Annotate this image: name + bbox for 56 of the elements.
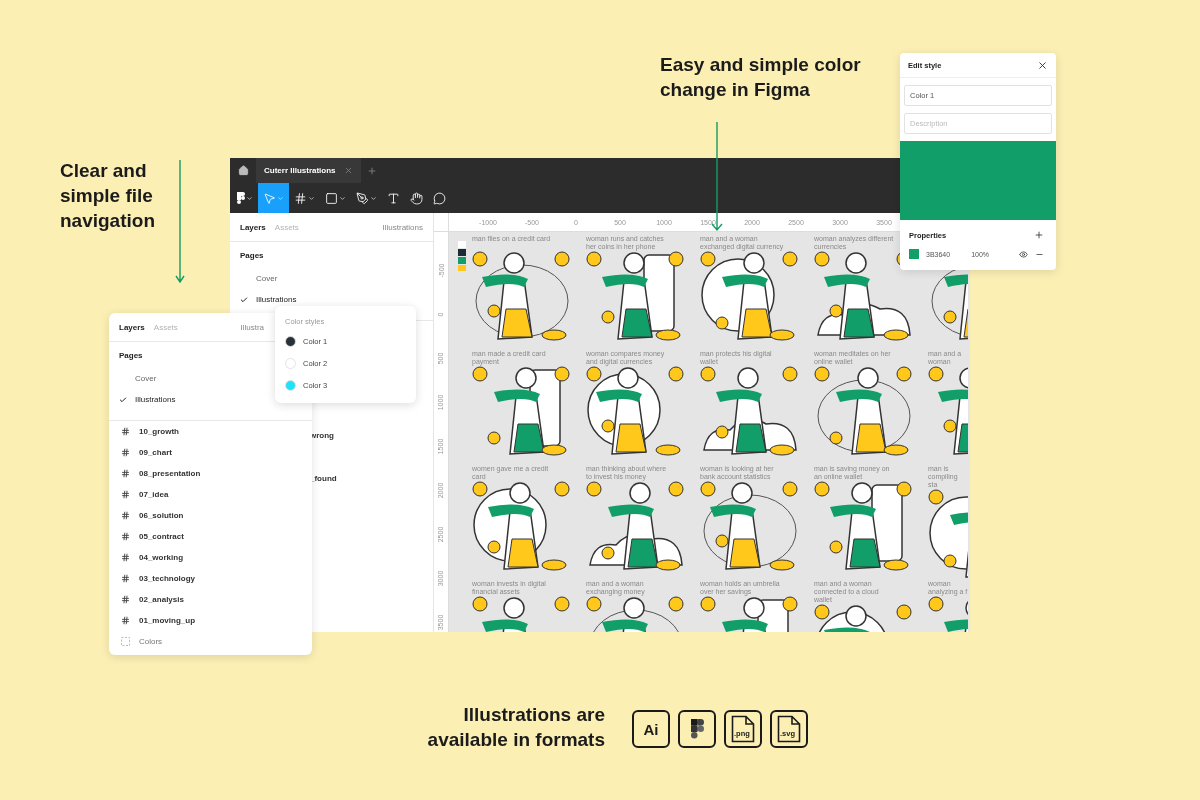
page-menu[interactable]: Illustra bbox=[240, 322, 264, 332]
comment-icon bbox=[433, 191, 446, 205]
hand-icon bbox=[410, 191, 423, 205]
page-item[interactable]: Cover bbox=[230, 268, 433, 289]
frame-icon bbox=[121, 553, 130, 562]
palette-drawing bbox=[458, 241, 466, 271]
check-icon bbox=[240, 295, 248, 304]
text-icon bbox=[387, 191, 400, 205]
layer-item[interactable]: 09_chart bbox=[109, 442, 312, 463]
page-menu[interactable]: Illustrations bbox=[382, 222, 423, 232]
group-icon bbox=[121, 637, 130, 646]
frame-icon bbox=[121, 427, 130, 436]
layer-item[interactable]: 04_working bbox=[109, 547, 312, 568]
file-icon bbox=[777, 715, 801, 743]
figma-logo-icon bbox=[237, 192, 245, 204]
pages-title: Pages bbox=[240, 250, 264, 260]
frame-icon bbox=[121, 448, 130, 457]
format-label: Ai bbox=[643, 720, 659, 738]
pen-icon bbox=[356, 191, 369, 205]
layer-item[interactable]: 05_contract bbox=[109, 526, 312, 547]
layer-item[interactable]: 08_presentation bbox=[109, 463, 312, 484]
frame-icon bbox=[121, 532, 130, 541]
layer-item[interactable]: 01_moving_up bbox=[109, 610, 312, 631]
close-icon[interactable] bbox=[1037, 59, 1048, 71]
layer-item[interactable]: 02_analysis bbox=[109, 589, 312, 610]
layer-item[interactable]: 03_technology bbox=[109, 568, 312, 589]
figma-logo-icon bbox=[690, 719, 704, 739]
layer-item[interactable]: 07_idea bbox=[109, 484, 312, 505]
frame-icon bbox=[121, 469, 130, 478]
hash-icon bbox=[294, 191, 307, 205]
layer-name[interactable]: _found bbox=[310, 468, 433, 489]
eye-icon[interactable] bbox=[1019, 249, 1028, 259]
pages-title: Pages bbox=[119, 350, 143, 360]
layer-item[interactable]: Colors bbox=[109, 631, 312, 652]
fill-swatch[interactable] bbox=[909, 249, 919, 259]
square-icon bbox=[325, 191, 338, 205]
home-icon[interactable] bbox=[237, 165, 249, 176]
pointer-icon bbox=[263, 191, 276, 205]
navigation-headline: Clear and simple file navigation bbox=[60, 159, 155, 233]
panel-tab[interactable]: Layers bbox=[119, 322, 145, 332]
add-icon[interactable] bbox=[1034, 230, 1044, 240]
page-item[interactable]: Illustrations bbox=[230, 289, 433, 310]
add-tab-icon[interactable] bbox=[366, 165, 377, 176]
layer-item[interactable]: 10_growth bbox=[109, 421, 312, 442]
frame-icon bbox=[121, 574, 130, 583]
file-tab[interactable]: Cuterr Illustrations bbox=[256, 158, 361, 183]
frame-icon bbox=[121, 490, 130, 499]
formats-headline: Illustrations are available in formats bbox=[426, 703, 605, 752]
frame-icon bbox=[121, 616, 130, 625]
panel-tab[interactable]: Layers bbox=[240, 222, 266, 232]
color-headline: Easy and simple color change in Figma bbox=[660, 53, 861, 102]
file-icon bbox=[731, 715, 755, 743]
frame-icon bbox=[121, 595, 130, 604]
layer-item[interactable]: 06_solution bbox=[109, 505, 312, 526]
check-icon bbox=[119, 395, 127, 404]
frame-icon bbox=[121, 511, 130, 520]
